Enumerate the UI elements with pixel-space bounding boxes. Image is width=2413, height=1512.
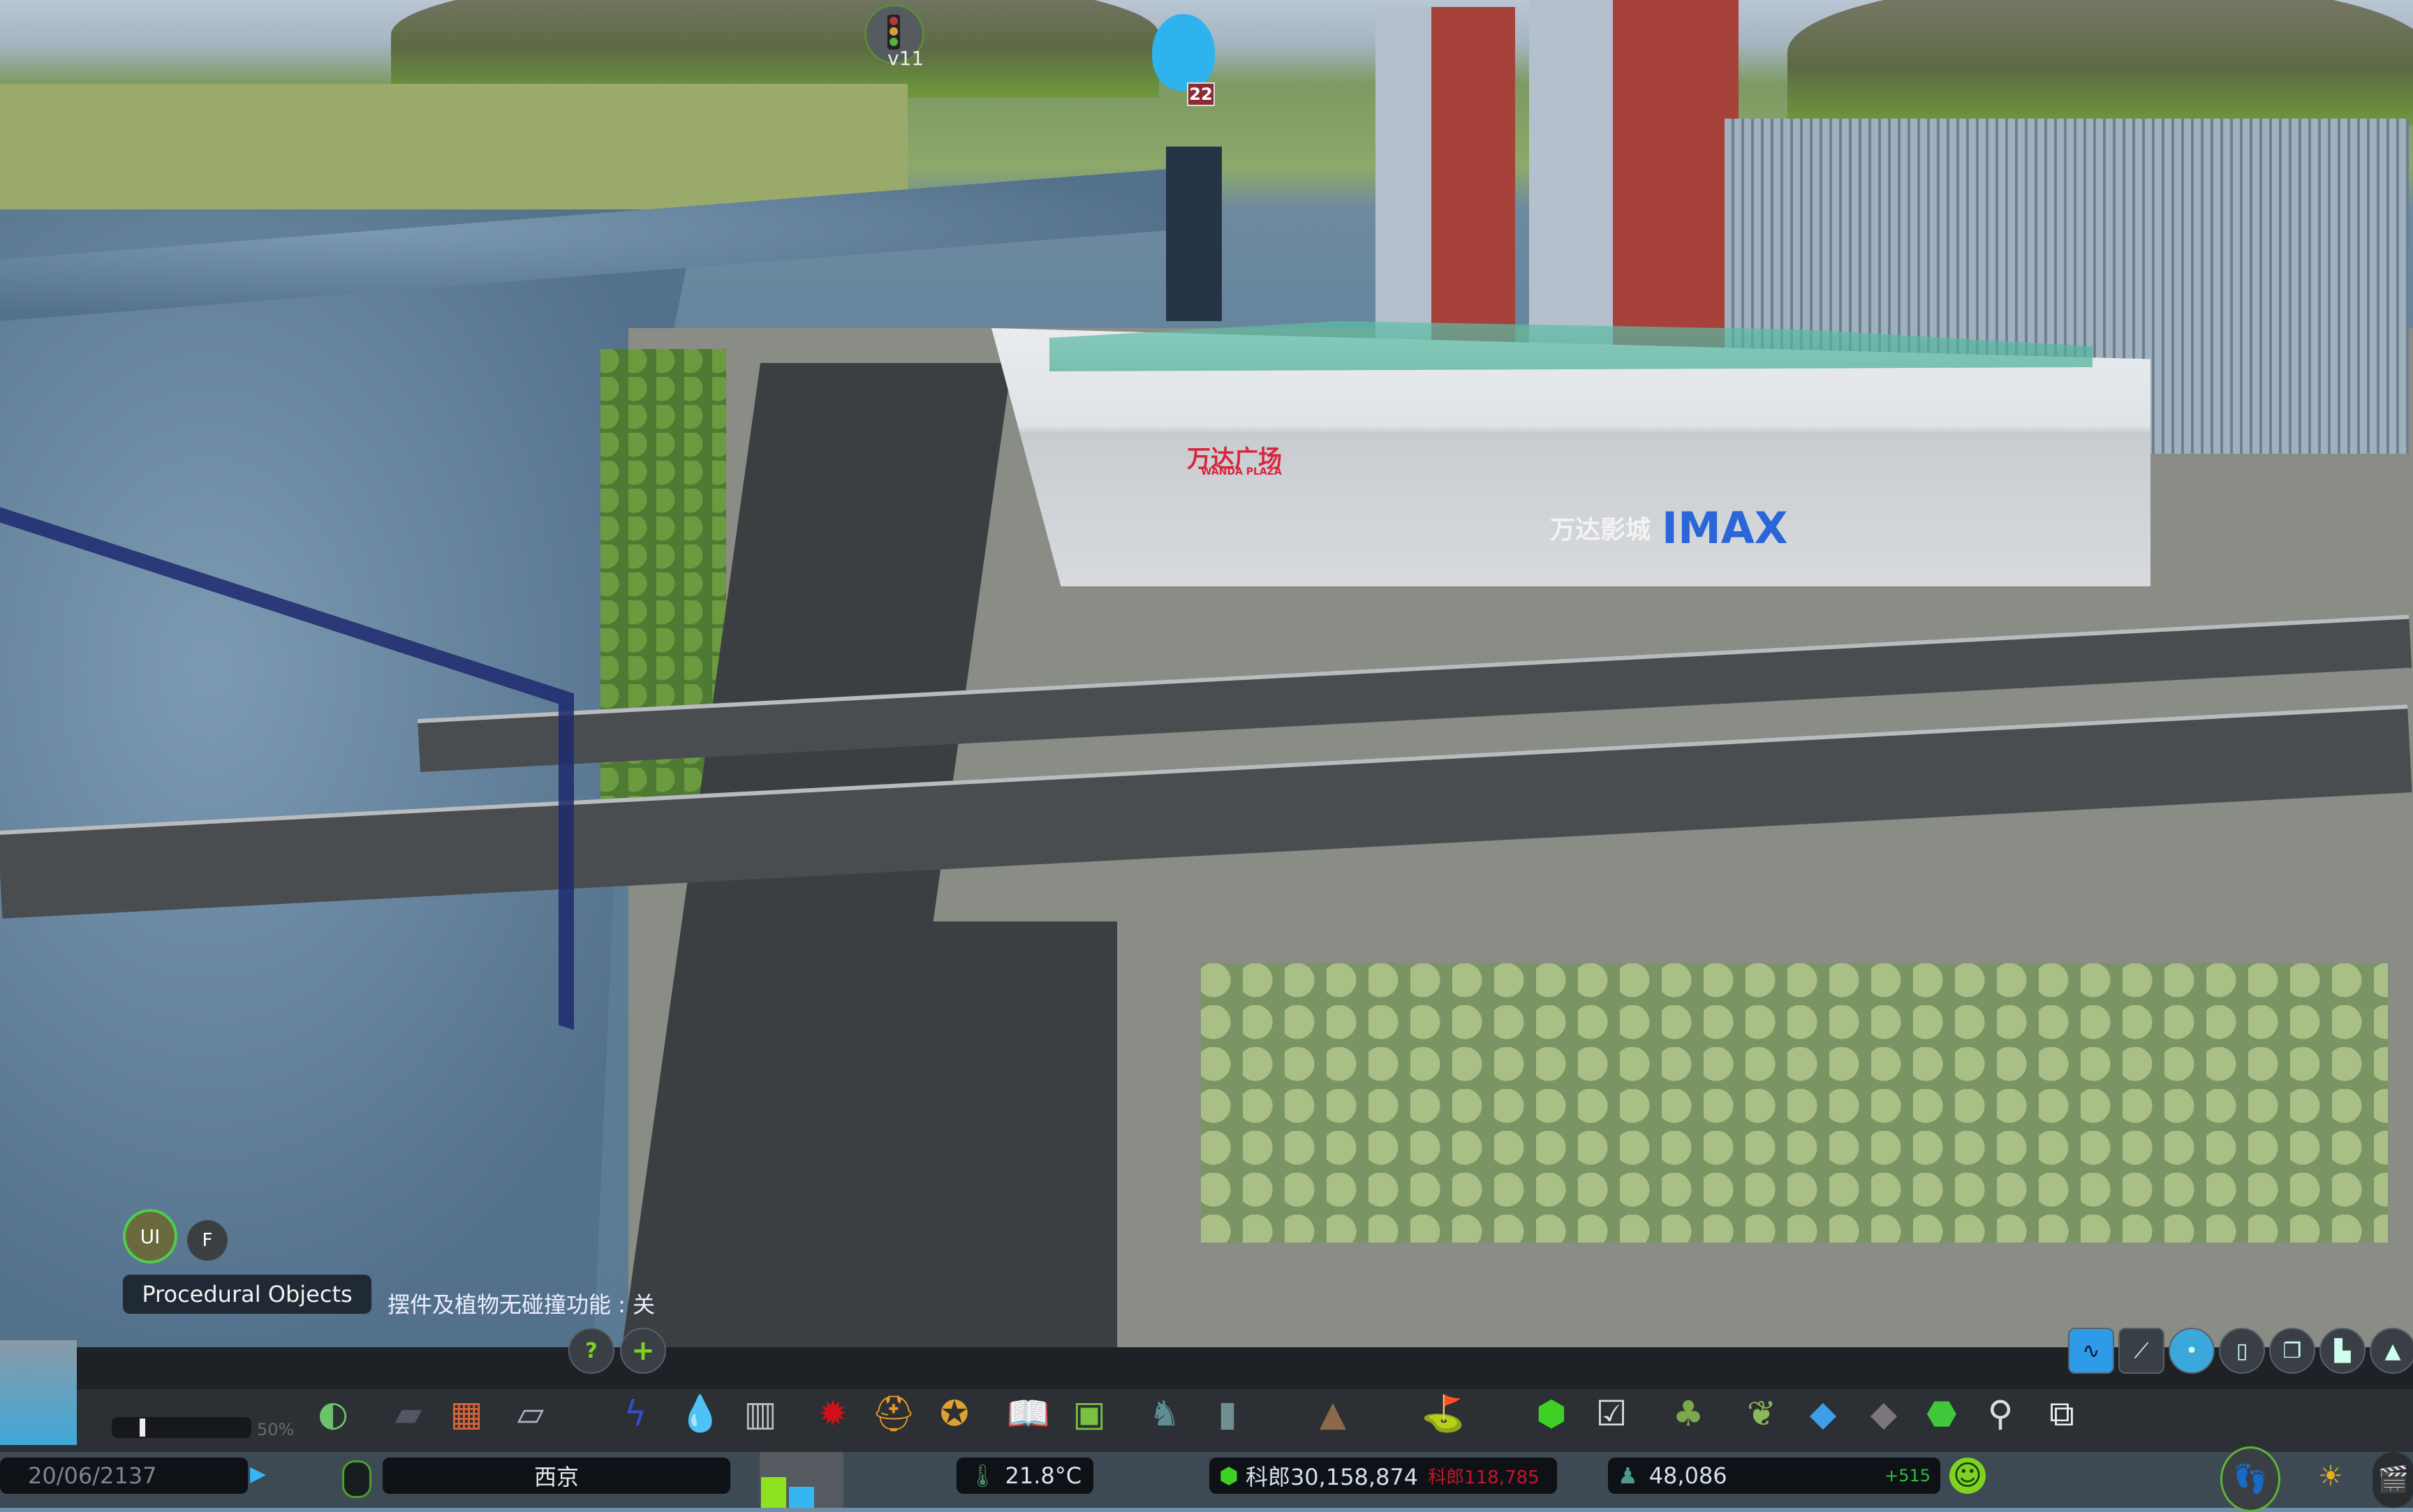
residential-demand-bar <box>761 1477 786 1508</box>
info-view-triangle-icon[interactable]: ▲ <box>2370 1328 2413 1374</box>
rci-demand-meter[interactable] <box>760 1452 843 1508</box>
public-transport-icon[interactable]: ▣ <box>1065 1389 1114 1438</box>
imax-sign: IMAX <box>1662 503 1788 554</box>
mall-sign-en: WANDA PLAZA <box>1201 466 1282 477</box>
tower <box>1375 7 1515 370</box>
population-display[interactable]: ♟ 48,086 +515 <box>1608 1458 1940 1494</box>
park-trees <box>1201 963 2388 1243</box>
search-icon[interactable]: ⚲ <box>1976 1389 2025 1438</box>
f-button[interactable]: F <box>187 1220 228 1261</box>
city-name[interactable]: 西京 <box>383 1458 730 1494</box>
water-areas-icon[interactable]: ◆ <box>1799 1389 1847 1438</box>
electricity-icon[interactable]: ϟ <box>611 1389 660 1438</box>
roads-icon[interactable]: ▰ <box>384 1389 433 1438</box>
population-value: 48,086 <box>1648 1462 1727 1489</box>
education-icon[interactable]: 📖 <box>1004 1389 1053 1438</box>
volume-percent: 50% <box>257 1420 295 1439</box>
traffic-cams-icon[interactable]: ⧉ <box>2037 1389 2086 1438</box>
far-shore <box>0 84 908 209</box>
unique-buildings-icon[interactable]: ⬣ <box>1917 1389 1966 1438</box>
tower <box>1166 147 1222 321</box>
info-view-buildings-icon[interactable]: ▙ <box>2319 1328 2366 1374</box>
chirper-bird-icon[interactable] <box>1152 14 1215 91</box>
game-viewport[interactable]: 万达广场 WANDA PLAZA 万达影城 IMAX <box>0 0 2413 1347</box>
chirper-badge: 22 <box>1187 82 1215 106</box>
city-info-icon[interactable] <box>342 1460 371 1498</box>
traffic-light-icon <box>887 15 900 50</box>
footsteps-icon[interactable]: 👣 <box>2220 1446 2280 1512</box>
money-icon[interactable]: ⬢ <box>1527 1389 1576 1438</box>
city-logo[interactable] <box>0 1340 77 1445</box>
policies-icon[interactable]: ☑ <box>1587 1389 1636 1438</box>
happiness-icon[interactable]: ☺ <box>1949 1458 1986 1494</box>
info-view-pages-icon[interactable]: ❐ <box>2269 1328 2315 1374</box>
info-view-circle-icon[interactable]: • <box>2169 1328 2215 1374</box>
decoration-icon[interactable]: ♞ <box>1140 1389 1189 1438</box>
info-view-graph-icon[interactable]: ⟋ <box>2118 1328 2164 1374</box>
main-road-south <box>824 921 1117 1347</box>
fire-icon[interactable]: ⛑ <box>869 1389 918 1438</box>
healthcare-icon[interactable]: ✹ <box>809 1389 857 1438</box>
trees-icon[interactable]: ♣ <box>1664 1389 1713 1438</box>
parks-icon[interactable]: ❦ <box>1737 1389 1786 1438</box>
money-icon: ⬢ <box>1219 1462 1239 1489</box>
temperature-display: 🌡 21.8°C <box>957 1458 1093 1494</box>
water-icon[interactable]: 💧 <box>676 1389 725 1438</box>
toolbar-top-strip <box>0 1347 2413 1389</box>
help-button[interactable]: ? <box>568 1328 614 1374</box>
zoning-globe-icon[interactable]: ◐ <box>309 1389 357 1438</box>
mountain <box>391 0 1159 98</box>
garbage-icon[interactable]: ▥ <box>736 1389 785 1438</box>
commercial-demand-bar <box>789 1486 814 1508</box>
money-change: 科郎118,785 <box>1428 1467 1540 1488</box>
mountain <box>1787 0 2413 126</box>
monuments-icon[interactable]: ▮ <box>1203 1389 1252 1438</box>
info-view-wave-icon[interactable]: ∿ <box>2068 1328 2114 1374</box>
cinematic-camera-icon[interactable]: 🎬 <box>2373 1452 2413 1508</box>
play-speed-icon[interactable]: ▶ <box>250 1462 278 1490</box>
wonders-icon[interactable]: ▲ <box>1308 1389 1357 1438</box>
zoning-icon[interactable]: ▦ <box>442 1389 491 1438</box>
police-icon[interactable]: ✪ <box>930 1389 979 1438</box>
traffic-manager-button[interactable]: v11 <box>864 4 924 70</box>
population-icon: ♟ <box>1618 1462 1638 1489</box>
temperature-value: 21.8°C <box>1005 1462 1082 1489</box>
districts-icon[interactable]: ▱ <box>506 1389 555 1438</box>
cinema-sign: 万达影城 <box>1550 516 1651 544</box>
add-button[interactable]: + <box>620 1328 666 1374</box>
population-change: +515 <box>1884 1466 1931 1485</box>
money-value: 科郎30,158,874 <box>1245 1464 1419 1490</box>
collision-status-text: 摆件及植物无碰撞功能 : 关 <box>388 1291 656 1318</box>
ui-toggle-button[interactable]: UI <box>123 1209 177 1263</box>
volume-slider[interactable] <box>112 1417 251 1438</box>
money-display[interactable]: ⬢ 科郎30,158,874 科郎118,785 <box>1209 1458 1557 1494</box>
traffic-manager-version: v11 <box>887 47 924 70</box>
landscaping-icon[interactable]: ⛳ <box>1419 1389 1468 1438</box>
volume-slider-handle[interactable] <box>140 1418 145 1437</box>
thermometer-icon: 🌡 <box>968 1462 997 1489</box>
date-display: 20/06/2137 <box>0 1458 248 1494</box>
procedural-objects-button[interactable]: Procedural Objects <box>123 1275 371 1314</box>
weather-icon[interactable]: ☀ <box>2318 1460 2343 1492</box>
terrain-icon[interactable]: ◆ <box>1859 1389 1908 1438</box>
info-view-page-icon[interactable]: ▯ <box>2219 1328 2265 1374</box>
